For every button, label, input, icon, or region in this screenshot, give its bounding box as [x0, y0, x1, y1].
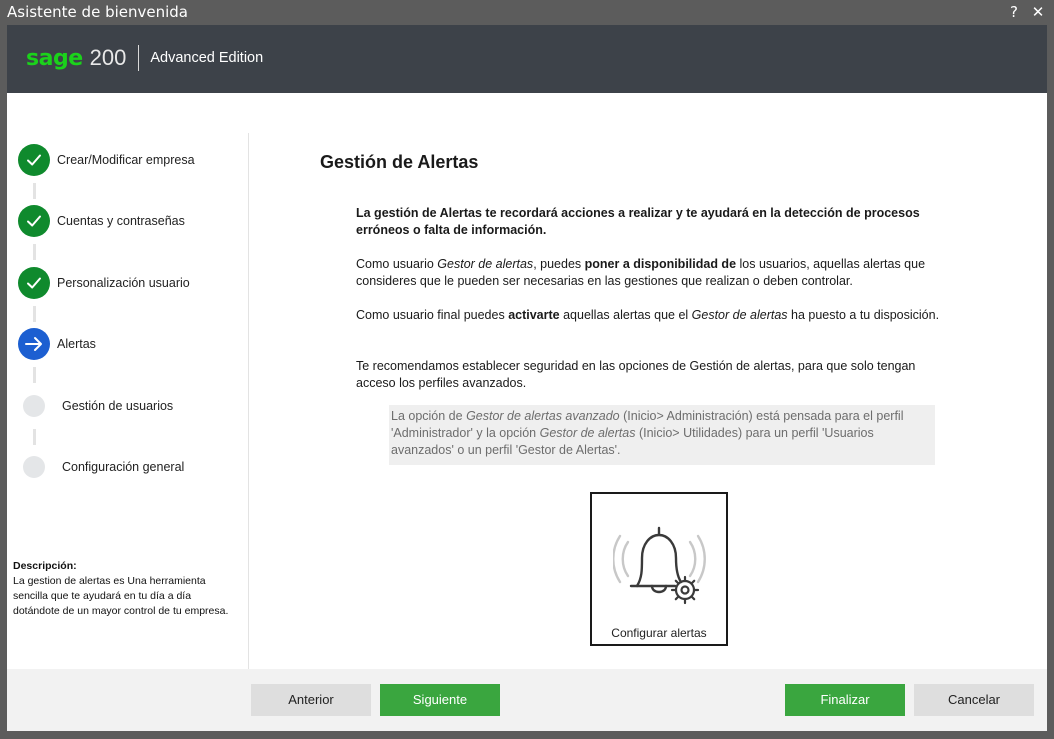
text-span: aquellas alertas que el [559, 308, 692, 322]
step-personalizacion[interactable]: Personalización usuario [18, 267, 248, 299]
steps-sidebar: Crear/Modificar empresa Cuentas y contra… [7, 93, 249, 669]
check-icon [18, 267, 50, 299]
check-icon [18, 144, 50, 176]
text-italic: Gestor de alertas [539, 426, 636, 440]
step-description: Descripción: La gestion de alertas es Un… [13, 559, 233, 619]
step-connector [33, 429, 36, 445]
text-italic: Gestor de alertas [691, 308, 788, 322]
step-connector [33, 367, 36, 383]
step-gestion-usuarios[interactable]: Gestión de usuarios [18, 390, 248, 422]
configurar-alertas-label: Configurar alertas [611, 626, 707, 640]
welcome-wizard-window: Asistente de bienvenida ? ✕ sage 200 Adv… [0, 0, 1054, 739]
brand-name: sage [26, 45, 83, 71]
step-cuentas[interactable]: Cuentas y contraseñas [18, 205, 248, 237]
sage-logo: sage 200 Advanced Edition [26, 43, 263, 73]
page-title: Gestión de Alertas [320, 152, 479, 172]
app-header: sage 200 Advanced Edition [7, 25, 1047, 93]
wizard-footer: Anterior Siguiente Finalizar Cancelar [7, 669, 1047, 731]
pending-step-icon [23, 456, 45, 478]
text-bold: activarte [508, 308, 560, 322]
title-bar: Asistente de bienvenida ? ✕ [0, 0, 1054, 25]
step-label: Cuentas y contraseñas [57, 214, 185, 228]
text-italic: Gestor de alertas avanzado [466, 409, 620, 423]
text-span: Como usuario [356, 257, 438, 271]
step-connector [33, 183, 36, 199]
finalizar-button[interactable]: Finalizar [785, 684, 905, 716]
step-label: Crear/Modificar empresa [57, 153, 195, 167]
step-label: Alertas [57, 337, 96, 351]
window-title: Asistente de bienvenida [7, 3, 188, 21]
siguiente-button[interactable]: Siguiente [380, 684, 500, 716]
step-connector [33, 244, 36, 260]
check-icon [18, 205, 50, 237]
pending-step-icon [23, 395, 45, 417]
main-panel: Gestión de Alertas La gestión de Alertas… [250, 93, 1047, 669]
bell-gear-icon [613, 526, 706, 605]
text-span: Como usuario final puedes [356, 308, 509, 322]
gestor-paragraph: Como usuario Gestor de alertas, puedes p… [356, 256, 956, 290]
intro-paragraph: La gestión de Alertas te recordará accio… [356, 206, 920, 237]
text-span: , puedes [533, 257, 585, 271]
edition-label: Advanced Edition [150, 50, 264, 66]
arrow-right-icon [18, 328, 50, 360]
wizard-content: Crear/Modificar empresa Cuentas y contra… [7, 93, 1047, 669]
usuario-final-paragraph: Como usuario final puedes activarte aque… [356, 307, 956, 324]
step-label: Gestión de usuarios [62, 399, 174, 413]
close-button[interactable]: ✕ [1027, 2, 1049, 22]
anterior-button[interactable]: Anterior [251, 684, 371, 716]
description-title: Descripción: [13, 560, 77, 572]
description-text: La gestion de alertas es Una herramienta… [13, 575, 229, 617]
sidebar-divider [248, 133, 249, 669]
cancelar-button[interactable]: Cancelar [914, 684, 1034, 716]
text-italic: Gestor de alertas [437, 257, 534, 271]
info-note: La opción de Gestor de alertas avanzado … [389, 405, 935, 465]
step-alertas[interactable]: Alertas [18, 328, 248, 360]
help-button[interactable]: ? [1003, 2, 1025, 22]
text-span: ha puesto a tu disposición. [787, 308, 940, 322]
step-crear-empresa[interactable]: Crear/Modificar empresa [18, 144, 248, 176]
step-label: Configuración general [62, 460, 185, 474]
step-connector [33, 306, 36, 322]
step-label: Personalización usuario [57, 276, 190, 290]
logo-divider [138, 45, 140, 71]
configurar-alertas-button[interactable]: Configurar alertas [590, 492, 728, 646]
step-configuracion-general[interactable]: Configuración general [18, 451, 248, 483]
text-bold: poner a disponibilidad de [584, 257, 737, 271]
product-number: 200 [89, 45, 127, 70]
seguridad-paragraph: Te recomendamos establecer seguridad en … [356, 359, 916, 390]
text-span: La opción de [391, 409, 467, 423]
